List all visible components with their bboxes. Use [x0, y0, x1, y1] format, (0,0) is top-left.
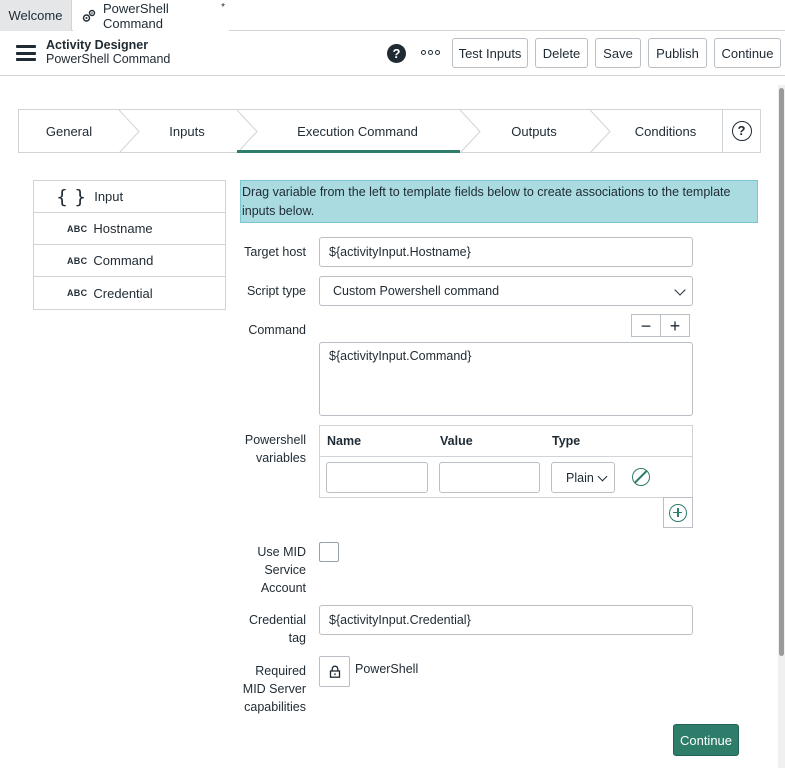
string-type-icon: ABC: [67, 255, 88, 266]
target-host-value: ${activityInput.Hostname}: [329, 245, 471, 259]
tab-powershell-command-label: PowerShell Command: [103, 0, 169, 31]
braces-icon: { }: [56, 185, 87, 208]
variable-type-value: Plain: [566, 470, 594, 485]
steps-help-button[interactable]: ?: [722, 110, 760, 152]
input-variable-label: Hostname: [93, 221, 153, 236]
variable-value-input[interactable]: [439, 462, 540, 493]
target-host-label: Target host: [244, 245, 306, 259]
minus-icon: −: [640, 315, 652, 336]
step-conditions[interactable]: Conditions: [608, 110, 723, 153]
header-bar: Activity Designer PowerShell Command ? T…: [0, 32, 785, 76]
tab-welcome-label: Welcome: [8, 8, 63, 23]
input-group-label: Input: [94, 189, 124, 204]
variable-type-select[interactable]: Plain: [551, 462, 615, 493]
chevron-down-icon: [674, 284, 686, 296]
column-header-value: Value: [440, 434, 473, 448]
table-header-divider: [320, 456, 692, 457]
credential-tag-label: Credential tag: [236, 611, 306, 647]
credential-tag-input[interactable]: ${activityInput.Credential}: [319, 605, 693, 635]
command-value: ${activityInput.Command}: [329, 349, 472, 363]
use-mid-label-line1: Use MID: [257, 545, 306, 559]
variable-name-input[interactable]: [326, 462, 428, 493]
script-type-label: Script type: [246, 284, 306, 298]
continue-header-button[interactable]: Continue: [714, 38, 781, 68]
input-variable-credential[interactable]: ABC Credential: [34, 277, 225, 309]
add-variable-button[interactable]: [663, 497, 693, 528]
collapse-command-button[interactable]: −: [631, 314, 661, 337]
powershell-variables-table: Name Value Type Plain: [319, 425, 693, 498]
step-outputs[interactable]: Outputs: [478, 110, 590, 153]
wizard-steps: General Inputs Execution Command Outputs…: [18, 109, 761, 153]
plus-icon: +: [669, 315, 681, 336]
document-tabs: Welcome PowerShell Command *: [0, 0, 785, 31]
info-banner: Drag variable from the left to template …: [240, 180, 758, 223]
continue-button[interactable]: Continue: [673, 724, 739, 756]
gears-icon: [81, 8, 97, 24]
scrollbar-thumb[interactable]: [779, 88, 784, 656]
remove-row-icon[interactable]: [632, 468, 650, 486]
capabilities-label: Required MID Server capabilities: [230, 662, 306, 716]
use-mid-service-account-label: Use MID Service Account: [236, 543, 306, 597]
input-group-header[interactable]: { } Input: [34, 181, 225, 213]
script-type-value: Custom Powershell command: [333, 284, 500, 298]
vertical-scrollbar[interactable]: [778, 85, 785, 768]
string-type-icon: ABC: [67, 288, 88, 298]
powershell-variables-label-line2: variables: [255, 451, 306, 465]
use-mid-label-line2: Service: [264, 563, 306, 577]
more-options-icon[interactable]: [421, 50, 440, 55]
script-type-select[interactable]: Custom Powershell command: [319, 276, 693, 306]
tab-powershell-command[interactable]: PowerShell Command *: [73, 0, 229, 31]
capabilities-lock-button[interactable]: [319, 656, 350, 687]
input-variable-label: Command: [93, 253, 154, 268]
input-variable-label: Credential: [93, 285, 153, 301]
input-variables-panel: { } Input ABC Hostname ABC Command ABC C…: [33, 180, 226, 310]
delete-button[interactable]: Delete: [535, 38, 588, 68]
hamburger-menu-icon[interactable]: [16, 45, 36, 61]
input-variable-command[interactable]: ABC Command: [34, 245, 225, 277]
step-general[interactable]: General: [19, 110, 119, 153]
expand-command-button[interactable]: +: [660, 314, 690, 337]
test-inputs-button[interactable]: Test Inputs: [452, 38, 528, 68]
active-step-indicator: [237, 150, 460, 153]
string-type-icon: ABC: [67, 223, 88, 234]
page-subtitle: PowerShell Command: [46, 52, 171, 66]
input-variable-hostname[interactable]: ABC Hostname: [34, 213, 225, 245]
lock-icon: [329, 665, 340, 678]
question-circle-icon: ?: [731, 121, 752, 141]
publish-button[interactable]: Publish: [648, 38, 707, 68]
column-header-name: Name: [327, 434, 362, 448]
unsaved-marker: *: [221, 2, 225, 13]
powershell-variables-label-line1: Powershell: [244, 433, 306, 447]
capabilities-value: PowerShell: [355, 662, 419, 676]
step-execution-command[interactable]: Execution Command: [255, 110, 460, 153]
command-label: Command: [248, 323, 306, 337]
capabilities-label-line1: Required: [255, 664, 306, 678]
command-textarea[interactable]: ${activityInput.Command}: [319, 342, 693, 416]
column-header-type: Type: [552, 434, 581, 448]
credential-tag-label-line2: tag: [288, 631, 306, 645]
tab-welcome[interactable]: Welcome: [0, 0, 72, 31]
use-mid-service-account-checkbox[interactable]: [319, 542, 339, 562]
step-inputs[interactable]: Inputs: [137, 110, 237, 153]
help-icon[interactable]: ?: [387, 44, 406, 63]
save-button[interactable]: Save: [595, 38, 641, 68]
powershell-variables-label: Powershell variables: [236, 431, 306, 467]
page-title: Activity Designer: [46, 38, 149, 52]
plus-circle-icon: [669, 503, 687, 522]
capabilities-label-line2: MID Server: [242, 682, 306, 696]
credential-tag-label-line1: Credential: [249, 613, 306, 627]
capabilities-label-line3: capabilities: [244, 700, 306, 714]
credential-tag-value: ${activityInput.Credential}: [329, 613, 471, 627]
chevron-down-icon: [597, 471, 608, 482]
use-mid-label-line3: Account: [260, 581, 306, 595]
target-host-input[interactable]: ${activityInput.Hostname}: [319, 237, 693, 267]
